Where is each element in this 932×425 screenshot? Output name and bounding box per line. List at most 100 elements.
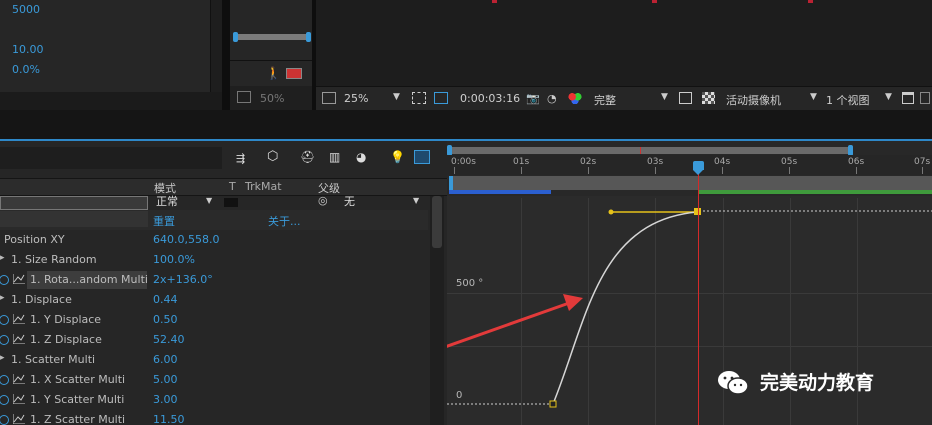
draft-3d-icon[interactable]: ⬡ xyxy=(267,149,278,164)
comp-flowchart-icon[interactable]: ⇶ xyxy=(236,152,245,165)
frame-blending-icon[interactable]: ▥ xyxy=(329,150,340,164)
trkmat-box[interactable] xyxy=(224,198,238,207)
property-value[interactable]: 6.00 xyxy=(153,353,178,366)
property-label: 1. Rota...andom Multi xyxy=(30,273,148,286)
property-value[interactable]: 5.00 xyxy=(153,373,178,386)
property-label: 1. Displace xyxy=(11,293,72,306)
scrollbar-thumb[interactable] xyxy=(432,196,442,248)
toggle-pixel-icon[interactable] xyxy=(902,92,914,104)
motion-blur-icon[interactable]: ◕ xyxy=(356,150,366,164)
property-row[interactable]: 1. Y Scatter Multi 3.00 xyxy=(0,390,428,410)
graph-toggle-icon[interactable] xyxy=(13,274,25,284)
hide-shy-layers-icon[interactable]: ⛑ xyxy=(300,150,315,164)
chevron-down-icon[interactable]: ▼ xyxy=(413,196,419,205)
property-label: 1. Y Displace xyxy=(30,313,102,326)
stopwatch-icon[interactable] xyxy=(0,415,9,425)
brainstorm-icon[interactable]: 💡 xyxy=(390,150,405,164)
exposure-icon[interactable] xyxy=(920,92,930,104)
checkerboard-icon[interactable] xyxy=(702,92,715,104)
expand-triangle-icon[interactable]: ▸ xyxy=(0,293,5,303)
pickwhip-icon[interactable]: ◎ xyxy=(318,194,328,207)
property-row[interactable]: 1. Z Scatter Multi 11.50 xyxy=(0,410,428,425)
slider-handle-left[interactable] xyxy=(233,32,238,42)
walk-icon[interactable]: 🚶 xyxy=(266,66,281,80)
column-trkmat[interactable]: TrkMat xyxy=(245,180,282,193)
graph-toggle-icon[interactable] xyxy=(13,334,25,344)
slider-handle-right[interactable] xyxy=(306,32,311,42)
show-snapshot-icon[interactable]: ◔ xyxy=(547,92,557,105)
stopwatch-icon[interactable] xyxy=(0,315,9,325)
chevron-down-icon[interactable]: ▼ xyxy=(810,92,817,102)
layers-scrollbar[interactable] xyxy=(430,196,444,425)
column-header xyxy=(0,178,447,196)
chevron-down-icon[interactable]: ▼ xyxy=(885,92,892,102)
region-of-interest-icon[interactable] xyxy=(412,92,426,104)
stopwatch-icon[interactable] xyxy=(0,375,9,385)
image-icon[interactable] xyxy=(237,91,251,103)
zoom-select[interactable]: 25% xyxy=(344,92,368,105)
current-timecode[interactable]: 0:00:03:16 xyxy=(460,92,520,105)
camera-icon[interactable]: 📷 xyxy=(526,92,540,105)
current-time-indicator[interactable] xyxy=(693,161,704,170)
composition-viewer xyxy=(316,0,932,86)
property-row[interactable]: ▸ 1. Scatter Multi 6.00 xyxy=(0,350,428,370)
resolution-select[interactable]: 完整 xyxy=(594,92,616,108)
graph-toggle-icon[interactable] xyxy=(13,374,25,384)
graph-toggle-icon[interactable] xyxy=(13,414,25,424)
chevron-down-icon[interactable]: ▼ xyxy=(661,92,668,102)
graph-toggle-icon[interactable] xyxy=(13,314,25,324)
property-row[interactable]: 1. Y Displace 0.50 xyxy=(0,310,428,330)
mode-dropdown[interactable]: 正常 xyxy=(156,193,178,209)
color-channels-icon[interactable] xyxy=(568,92,582,104)
chevron-down-icon[interactable]: ▼ xyxy=(393,92,400,102)
column-t[interactable]: T xyxy=(229,180,236,193)
property-label: 1. Z Scatter Multi xyxy=(30,413,126,425)
transparency-grid-icon[interactable] xyxy=(434,92,448,104)
comp-toolbar: 25% ▼ 0:00:03:16 📷 ◔ 完整 ▼ 活动摄像机 ▼ 1 个视图 … xyxy=(316,86,932,110)
camera-select[interactable]: 活动摄像机 xyxy=(726,92,781,108)
property-row[interactable]: Position XY 640.0,558.0 xyxy=(0,230,428,250)
flowchart-icon[interactable] xyxy=(286,68,302,79)
panel-gap[interactable] xyxy=(0,110,932,140)
stopwatch-icon[interactable] xyxy=(0,275,9,285)
property-row[interactable]: 1. X Scatter Multi 5.00 xyxy=(0,370,428,390)
current-time-indicator-tip xyxy=(693,170,703,175)
mini-zoom[interactable]: 50% xyxy=(260,92,284,105)
parent-dropdown[interactable]: 无 xyxy=(344,193,355,209)
property-value[interactable]: 100.0% xyxy=(153,253,195,266)
expand-triangle-icon[interactable]: ▸ xyxy=(0,353,5,363)
property-row[interactable]: 1. Rota...andom Multi 2x+136.0° xyxy=(0,270,428,290)
selected-layer-row[interactable] xyxy=(0,196,148,210)
property-value[interactable]: 3.00 xyxy=(153,393,178,406)
about-link[interactable]: 关于... xyxy=(268,213,301,229)
info-scrollbar[interactable] xyxy=(210,0,222,92)
graph-editor-icon[interactable] xyxy=(414,150,430,164)
view-layout-select[interactable]: 1 个视图 xyxy=(826,92,870,108)
property-row[interactable]: 1. Z Displace 52.40 xyxy=(0,330,428,350)
property-row[interactable]: ▸ 1. Size Random 100.0% xyxy=(0,250,428,270)
image-icon[interactable] xyxy=(322,92,336,104)
property-label: 1. Z Displace xyxy=(30,333,102,346)
info-value-0pct: 0.0% xyxy=(12,63,40,76)
mini-slider[interactable] xyxy=(233,32,311,42)
property-value[interactable]: 11.50 xyxy=(153,413,185,425)
stopwatch-icon[interactable] xyxy=(0,335,9,345)
expand-triangle-icon[interactable]: ▸ xyxy=(0,253,5,263)
info-panel: 5000 10.00 0.0% xyxy=(0,0,210,92)
fast-preview-icon[interactable] xyxy=(679,92,692,104)
property-value[interactable]: 2x+136.0° xyxy=(153,273,213,286)
timeline-search-field[interactable] xyxy=(0,147,222,169)
property-value[interactable]: 0.44 xyxy=(153,293,178,306)
graph-toggle-icon[interactable] xyxy=(13,394,25,404)
chevron-down-icon[interactable]: ▼ xyxy=(206,196,212,205)
property-row[interactable]: ▸ 1. Displace 0.44 xyxy=(0,290,428,310)
effect-name-box[interactable] xyxy=(0,211,148,227)
reset-link[interactable]: 重置 xyxy=(153,213,175,229)
property-value[interactable]: 0.50 xyxy=(153,313,178,326)
property-value[interactable]: 640.0,558.0 xyxy=(153,233,219,246)
layer-marker xyxy=(808,0,813,3)
mini-divider xyxy=(230,60,312,61)
stopwatch-icon[interactable] xyxy=(0,395,9,405)
property-value[interactable]: 52.40 xyxy=(153,333,185,346)
panel-divider[interactable] xyxy=(222,0,230,110)
